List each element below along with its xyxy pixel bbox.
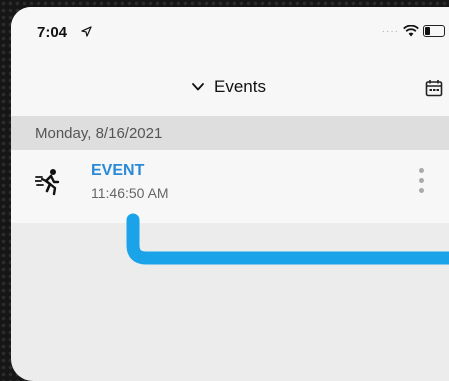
status-indicators: ····: [382, 25, 449, 37]
page-title: Events: [214, 77, 266, 96]
events-dropdown[interactable]: Events: [192, 77, 266, 97]
running-person-icon: [35, 169, 60, 196]
chevron-down-icon: [192, 83, 204, 91]
wifi-icon: [403, 25, 419, 37]
location-arrow-icon: [81, 26, 92, 37]
phone-screen: 7:04 ···· Events Monday, 8/16/2021 EVENT…: [11, 7, 449, 381]
signal-dots-icon: ····: [381, 25, 399, 37]
date-section-header: Monday, 8/16/2021: [11, 116, 449, 150]
date-label: Monday, 8/16/2021: [35, 125, 163, 142]
event-time: 11:46:50 AM: [91, 185, 169, 201]
list-item[interactable]: EVENT 11:46:50 AM: [11, 150, 449, 223]
status-time: 7:04: [37, 24, 68, 41]
status-bar: 7:04 ····: [11, 7, 449, 55]
more-vertical-icon[interactable]: [413, 168, 429, 204]
nav-bar: Events: [11, 55, 449, 116]
calendar-icon[interactable]: [425, 79, 443, 97]
battery-icon: [423, 25, 445, 37]
event-title: EVENT: [91, 162, 145, 179]
